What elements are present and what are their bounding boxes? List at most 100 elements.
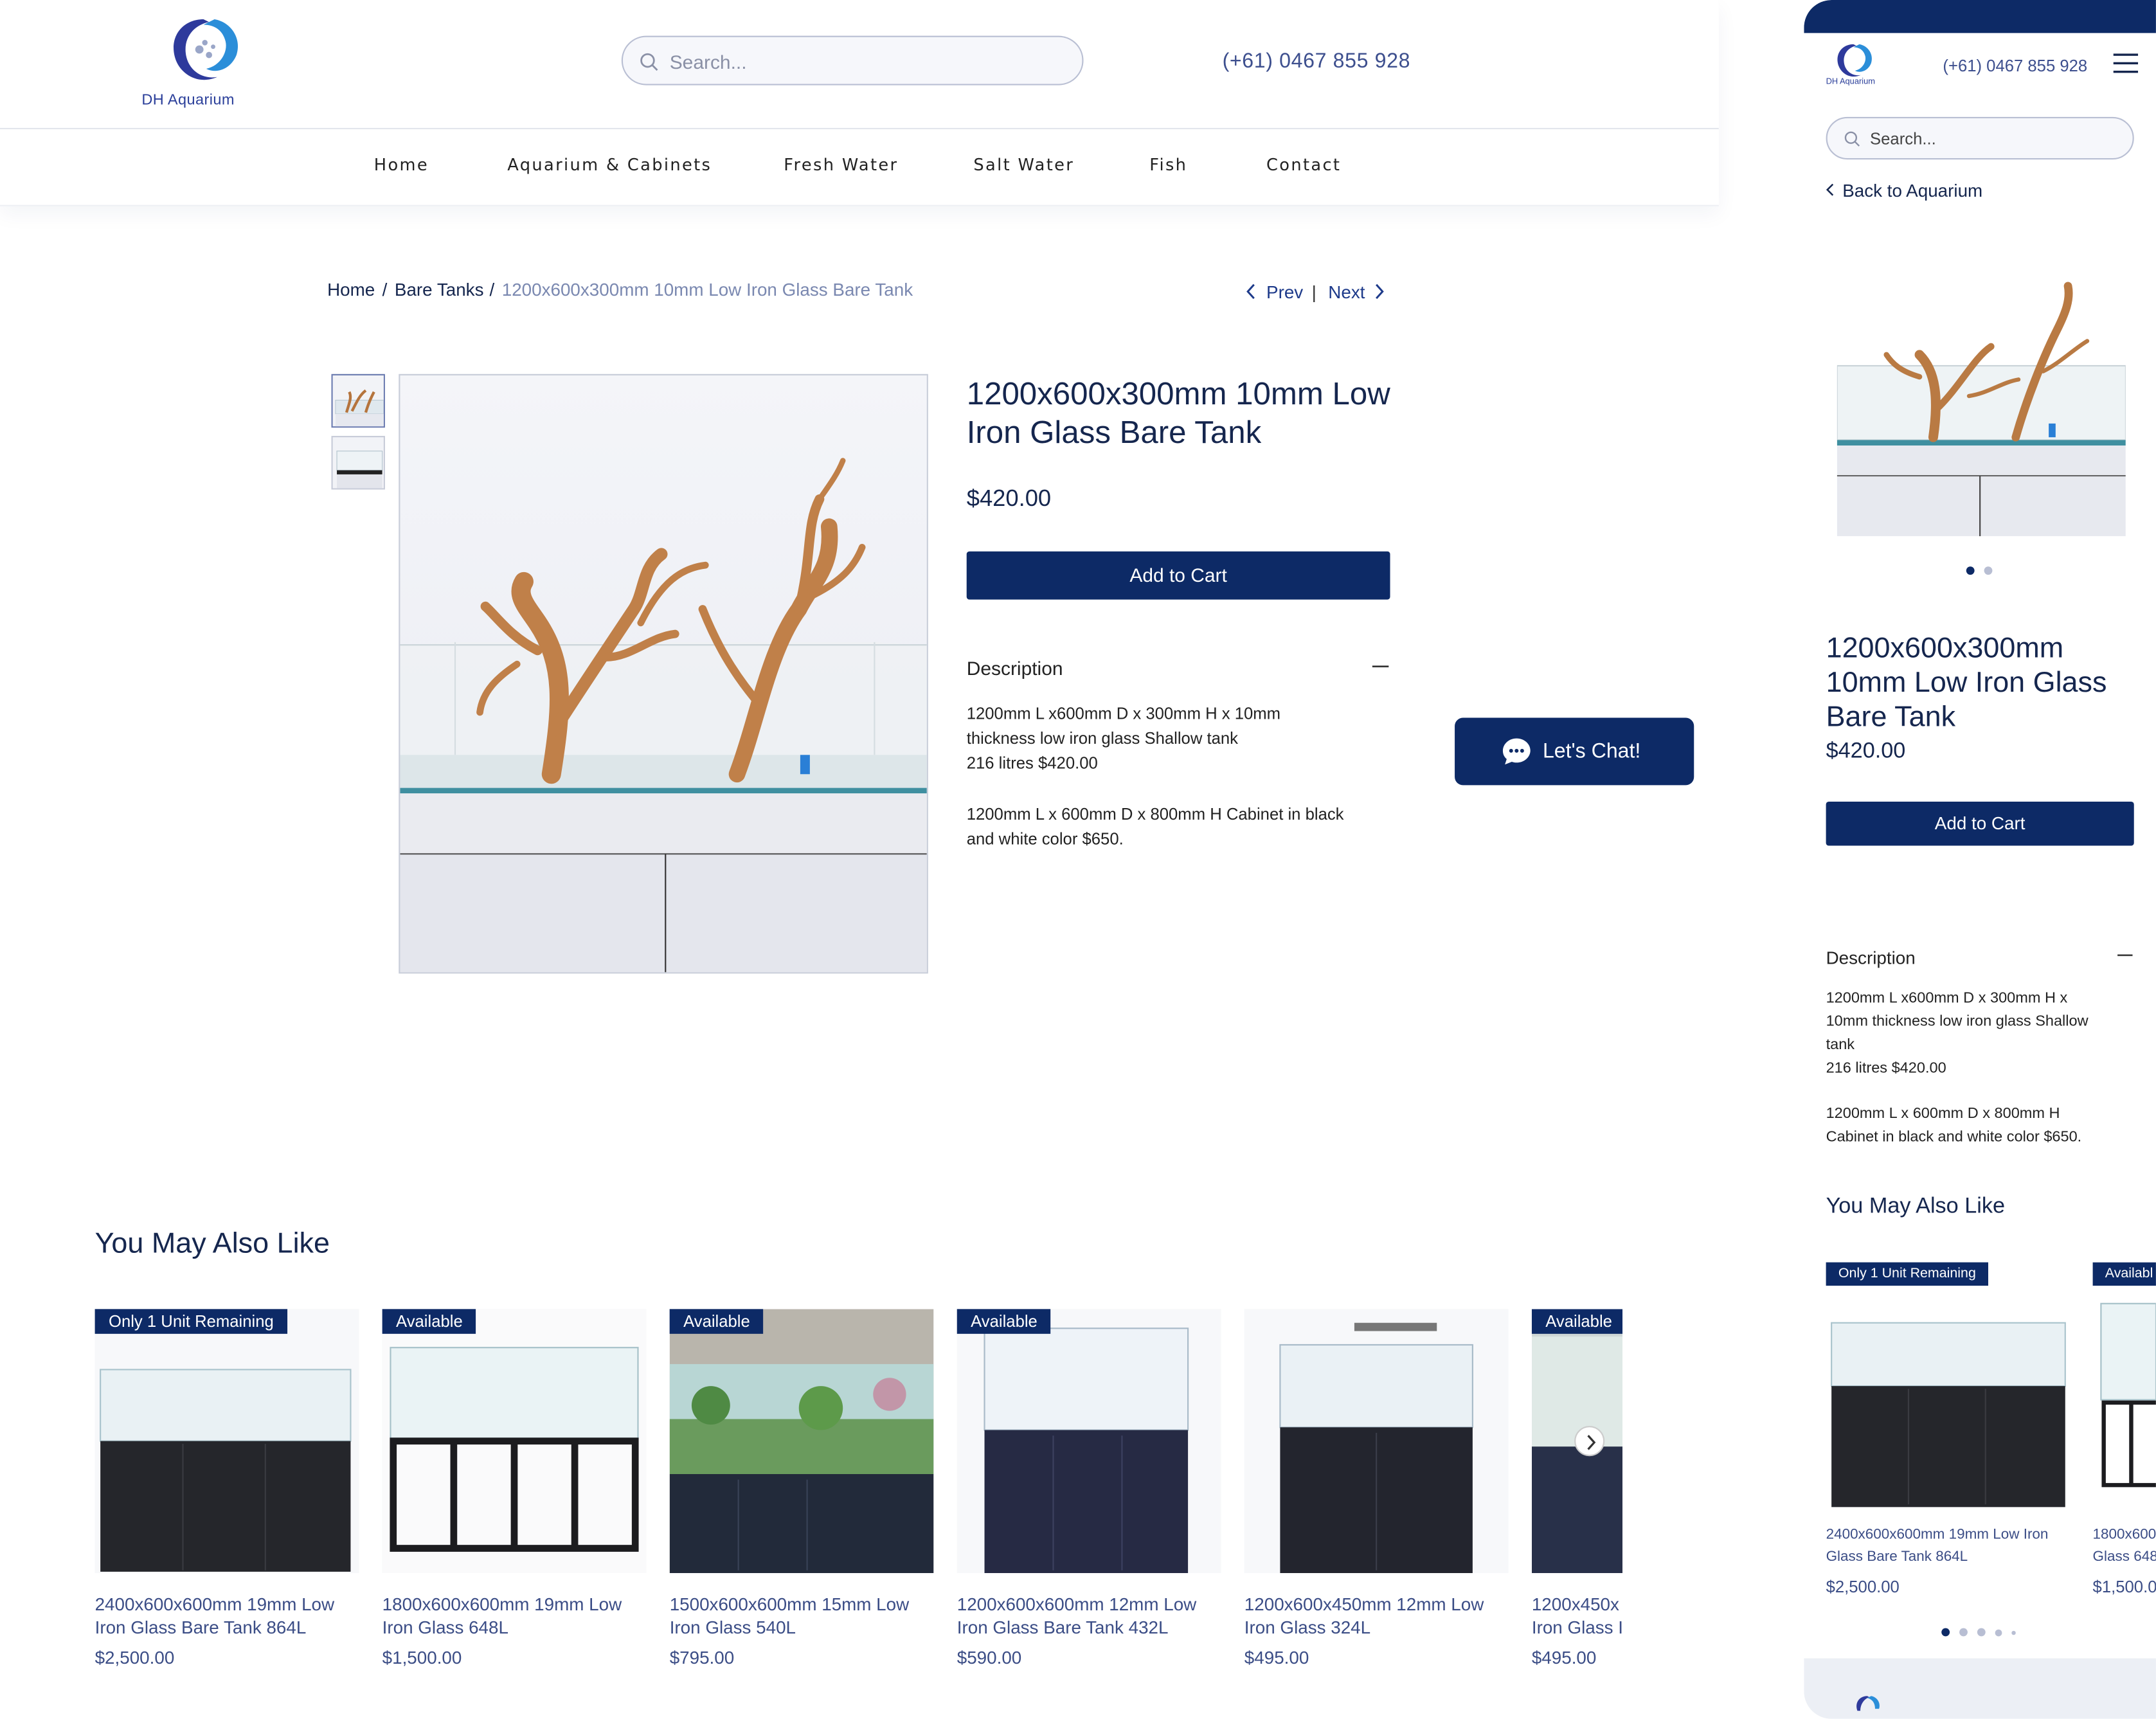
related-product-card[interactable]: Available 1200x450x Iron Glass I $495.00 — [1531, 1309, 1623, 1680]
logo-text[interactable]: DH Aquarium — [141, 92, 235, 109]
breadcrumb-separator: / — [489, 279, 495, 300]
related-product-card[interactable]: Available 1500x600x600mm 15mm Low Iron G… — [669, 1309, 934, 1680]
breadcrumb-home[interactable]: Home — [327, 279, 375, 300]
product-main-image[interactable] — [1837, 274, 2126, 537]
description-line: thickness low iron glass Shallow tank — [966, 728, 1239, 748]
stock-badge: Available — [669, 1309, 764, 1334]
related-product-name[interactable]: 1200x600x600mm 12mm Low Iron Glass Bare … — [957, 1592, 1221, 1639]
add-to-cart-button[interactable]: Add to Cart — [1826, 802, 2134, 846]
description-line: 216 litres $420.00 — [966, 753, 1098, 773]
stock-badge: Only 1 Unit Remaining — [94, 1309, 288, 1334]
mobile-footer — [1804, 1658, 2156, 1719]
mobile-view: DH Aquarium (+61) 0467 855 928 Search...… — [1804, 0, 2156, 1719]
pager-divider: | — [1311, 282, 1316, 303]
bare-tank-image — [332, 437, 384, 489]
related-product-card[interactable]: Available 1200x600x600mm 12mm Low Iron G… — [957, 1309, 1221, 1680]
related-product-name[interactable]: 1500x600x600mm 15mm Low Iron Glass 540L — [670, 1592, 934, 1639]
nav-contact[interactable]: Contact — [1266, 156, 1341, 175]
description-heading[interactable]: Description — [1826, 948, 1916, 968]
chevron-left-icon[interactable] — [1246, 284, 1257, 300]
stock-badge: Only 1 Unit Remaining — [1826, 1262, 1989, 1286]
nav-fish[interactable]: Fish — [1149, 156, 1187, 175]
breadcrumb-current: 1200x600x300mm 10mm Low Iron Glass Bare … — [501, 279, 913, 300]
carousel-dot[interactable] — [2011, 1630, 2016, 1635]
stock-badge: Available — [957, 1309, 1052, 1334]
related-product-price: $2,500.00 — [94, 1647, 175, 1668]
gallery-thumbnail[interactable] — [331, 374, 385, 428]
chevron-left-icon[interactable] — [1826, 183, 1835, 196]
chat-button[interactable]: Let's Chat! — [1455, 717, 1694, 786]
search-bar[interactable]: Search... — [621, 35, 1084, 86]
related-product-price: $1,500.0 — [2092, 1577, 2156, 1597]
related-product-name[interactable]: 1200x450x — [1532, 1592, 1622, 1616]
desktop-view: DH Aquarium Search... (+61) 0467 855 928… — [0, 0, 1719, 1719]
tank-stand-image — [2092, 1292, 2156, 1513]
carousel-dot[interactable] — [1977, 1628, 1986, 1637]
related-product-name[interactable]: 1800x600x600mm 19mm Low Iron Glass 648L — [382, 1592, 647, 1639]
search-bar[interactable]: Search... — [1826, 116, 2134, 160]
related-product-name[interactable]: 1200x600x450mm 12mm Low Iron Glass 324L — [1244, 1592, 1509, 1639]
phone-number[interactable]: (+61) 0467 855 928 — [1223, 50, 1411, 73]
related-heading: You May Also Like — [94, 1228, 330, 1260]
gallery-dot[interactable] — [1984, 566, 1993, 575]
related-product-name[interactable]: Glass Bare Tank 864L — [1826, 1549, 1968, 1565]
description-heading[interactable]: Description — [967, 657, 1063, 679]
site-header: DH Aquarium Search... (+61) 0467 855 928… — [0, 0, 1719, 206]
logo-icon[interactable] — [162, 14, 244, 91]
chevron-right-icon[interactable] — [1374, 284, 1385, 300]
nav-home[interactable]: Home — [374, 156, 429, 175]
related-product-price: $495.00 — [1531, 1647, 1597, 1668]
aquarium-driftwood-image — [332, 375, 384, 427]
related-product-price: $590.00 — [957, 1647, 1022, 1668]
product-price: $420.00 — [1826, 739, 1906, 764]
tank-cabinet-image — [1244, 1309, 1509, 1574]
related-product-card[interactable]: Availabl 1800x600 Glass 648 $1,500.0 — [2092, 1262, 2156, 1607]
aquarium-driftwood-image — [400, 375, 927, 973]
hamburger-menu-icon[interactable] — [2113, 52, 2139, 74]
chat-label: Let's Chat! — [1542, 739, 1641, 764]
nav-salt-water[interactable]: Salt Water — [973, 156, 1074, 175]
related-product-name[interactable]: Iron Glass I — [1532, 1616, 1622, 1639]
related-product-card[interactable]: Only 1 Unit Remaining 2400x600x600mm 19m… — [94, 1309, 359, 1680]
carousel-dot-active[interactable] — [1941, 1628, 1950, 1637]
related-product-card[interactable]: Available 1800x600x600mm 19mm Low Iron G… — [382, 1309, 647, 1680]
search-input[interactable]: Search... — [670, 51, 747, 73]
breadcrumb-separator: / — [382, 279, 388, 300]
aquarium-driftwood-image — [1837, 274, 2126, 537]
description-line: tank — [1826, 1036, 1855, 1054]
product-main-image[interactable] — [399, 374, 928, 974]
planted-aquarium-image — [669, 1309, 934, 1574]
tank-cabinet-image — [94, 1309, 359, 1574]
description-line: 216 litres $420.00 — [1826, 1060, 1946, 1077]
collapse-minus-icon[interactable] — [2117, 954, 2133, 957]
logo-icon[interactable] — [1842, 1694, 1892, 1719]
tank-stand-image — [382, 1309, 647, 1574]
related-product-name[interactable]: 1800x600 — [2093, 1526, 2156, 1543]
related-product-card[interactable]: Only 1 Unit Remaining 2400x600x600mm 19m… — [1826, 1262, 2074, 1607]
related-product-card[interactable]: 1200x600x450mm 12mm Low Iron Glass 324L … — [1244, 1309, 1509, 1680]
prev-link[interactable]: Prev — [1266, 282, 1303, 302]
carousel-next-button[interactable] — [1574, 1426, 1605, 1457]
product-title: 1200x600x300mm 10mm Low Iron Glass Bare … — [966, 375, 1390, 450]
description-line: and white color $650. — [966, 829, 1124, 849]
back-link[interactable]: Back to Aquarium — [1842, 180, 1982, 201]
next-link[interactable]: Next — [1328, 282, 1365, 302]
search-icon — [640, 53, 658, 71]
logo-icon[interactable] — [1831, 41, 1875, 82]
carousel-dot[interactable] — [1995, 1629, 2002, 1637]
carousel-dot[interactable] — [1959, 1628, 1968, 1637]
collapse-minus-icon[interactable] — [1372, 665, 1389, 668]
phone-number[interactable]: (+61) 0467 855 928 — [1943, 57, 2087, 76]
product-title-line: 10mm Low Iron Glass — [1826, 667, 2107, 699]
related-product-name[interactable]: 2400x600x600mm 19mm Low Iron Glass Bare … — [95, 1592, 359, 1639]
gallery-dot-active[interactable] — [1966, 566, 1975, 575]
nav-fresh-water[interactable]: Fresh Water — [784, 156, 898, 175]
related-product-name[interactable]: 2400x600x600mm 19mm Low Iron — [1826, 1526, 2049, 1543]
search-input[interactable]: Search... — [1870, 129, 1936, 148]
breadcrumb-category[interactable]: Bare Tanks — [395, 279, 484, 300]
logo-text[interactable]: DH Aquarium — [1826, 78, 1875, 87]
related-product-name[interactable]: Glass 648 — [2093, 1549, 2156, 1565]
add-to-cart-button[interactable]: Add to Cart — [966, 551, 1390, 600]
nav-aquarium-cabinets[interactable]: Aquarium & Cabinets — [507, 156, 712, 175]
gallery-thumbnail[interactable] — [331, 436, 385, 490]
